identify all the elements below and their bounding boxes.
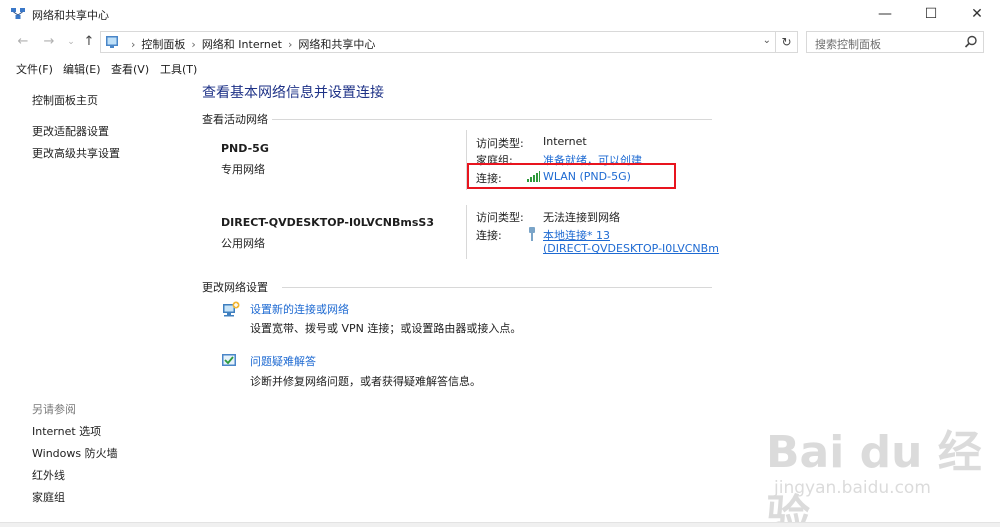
access-type-value: 无法连接到网络 <box>543 211 620 224</box>
connection-label: 连接: <box>476 229 502 242</box>
address-bar[interactable]: › 控制面板 › 网络和 Internet › 网络和共享中心 ⌄ <box>100 31 776 53</box>
access-type-label: 访问类型: <box>476 211 524 224</box>
watermark-logo-text: Bai du 经验 <box>766 427 982 527</box>
close-button[interactable]: ✕ <box>954 0 1000 28</box>
chevron-down-icon[interactable]: ⌄ <box>763 35 771 46</box>
troubleshoot-desc: 诊断并修复网络问题，或者获得疑难解答信息。 <box>250 375 481 388</box>
see-also-heading: 另请参阅 <box>32 403 76 416</box>
breadcrumb-item[interactable]: 网络和共享中心 <box>298 38 375 51</box>
window-title: 网络和共享中心 <box>32 9 109 22</box>
troubleshoot-link[interactable]: 问题疑难解答 <box>250 353 316 369</box>
menu-view[interactable]: 查看(V) <box>111 61 149 77</box>
menu-bar: 文件(F) 编辑(E) 查看(V) 工具(T) <box>0 58 1000 78</box>
breadcrumb: › 控制面板 › 网络和 Internet › 网络和共享中心 <box>131 38 376 51</box>
sidebar-item-control-panel-home[interactable]: 控制面板主页 <box>32 92 98 108</box>
network-center-icon <box>11 8 25 19</box>
sidebar-item-adapter-settings[interactable]: 更改适配器设置 <box>32 123 109 139</box>
sidebar-item-internet-options[interactable]: Internet 选项 <box>32 423 101 439</box>
menu-edit[interactable]: 编辑(E) <box>63 61 101 77</box>
sidebar-item-homegroup[interactable]: 家庭组 <box>32 489 65 505</box>
setup-new-connection-link[interactable]: 设置新的连接或网络 <box>250 301 349 317</box>
menu-tools[interactable]: 工具(T) <box>160 61 197 77</box>
baidu-watermark: Bai du 经验 jingyan.baidu.com <box>766 416 986 527</box>
refresh-icon[interactable]: ↻ <box>776 31 798 53</box>
ethernet-cable-icon <box>529 227 535 241</box>
search-placeholder: 搜索控制面板 <box>815 38 881 51</box>
active-networks-heading: 查看活动网络 <box>202 113 268 126</box>
up-arrow-icon[interactable]: ↑ <box>80 33 98 51</box>
network-name: DIRECT-QVDESKTOP-I0LVCNBmsS3 <box>221 216 434 229</box>
navigation-bar: ← → ⌄ ↑ › 控制面板 › 网络和 Internet › 网络和共享中心 ⌄ ↻ 搜… <box>0 30 1000 54</box>
troubleshoot-icon <box>222 354 236 366</box>
sidebar-item-sharing-settings[interactable]: 更改高级共享设置 <box>32 145 120 161</box>
breadcrumb-item[interactable]: 控制面板 <box>141 38 185 51</box>
network-type: 公用网络 <box>221 237 265 250</box>
local-connection-link[interactable]: 本地连接* 13 <box>543 227 610 243</box>
title-bar: 网络和共享中心 — ☐ ✕ <box>0 0 1000 28</box>
network-name: PND-5G <box>221 142 269 155</box>
minimize-button[interactable]: — <box>862 0 908 28</box>
access-type-label: 访问类型: <box>476 137 524 150</box>
change-settings-heading: 更改网络设置 <box>202 281 268 294</box>
local-connection-link-line2[interactable]: (DIRECT-QVDESKTOP-I0LVCNBm <box>543 242 719 255</box>
watermark-url: jingyan.baidu.com <box>774 478 931 498</box>
new-connection-icon <box>223 301 240 317</box>
divider <box>272 119 712 120</box>
page-title: 查看基本网络信息并设置连接 <box>202 85 384 101</box>
divider <box>282 287 712 288</box>
back-arrow-icon[interactable]: ← <box>14 33 32 51</box>
sidebar-item-infrared[interactable]: 红外线 <box>32 467 65 483</box>
access-type-value: Internet <box>543 135 587 148</box>
search-icon[interactable] <box>964 35 978 49</box>
sidebar-item-firewall[interactable]: Windows 防火墙 <box>32 445 118 461</box>
highlight-annotation <box>467 163 676 189</box>
recent-locations-chevron-icon[interactable]: ⌄ <box>62 33 80 51</box>
search-input[interactable]: 搜索控制面板 <box>806 31 984 53</box>
forward-arrow-icon[interactable]: → <box>40 33 58 51</box>
control-panel-icon <box>106 36 118 48</box>
setup-new-connection-desc: 设置宽带、拨号或 VPN 连接；或设置路由器或接入点。 <box>250 322 522 335</box>
maximize-button[interactable]: ☐ <box>908 0 954 28</box>
network-type: 专用网络 <box>221 163 265 176</box>
status-strip <box>0 522 1000 527</box>
menu-file[interactable]: 文件(F) <box>16 61 53 77</box>
divider <box>466 205 467 259</box>
breadcrumb-item[interactable]: 网络和 Internet <box>202 38 282 51</box>
